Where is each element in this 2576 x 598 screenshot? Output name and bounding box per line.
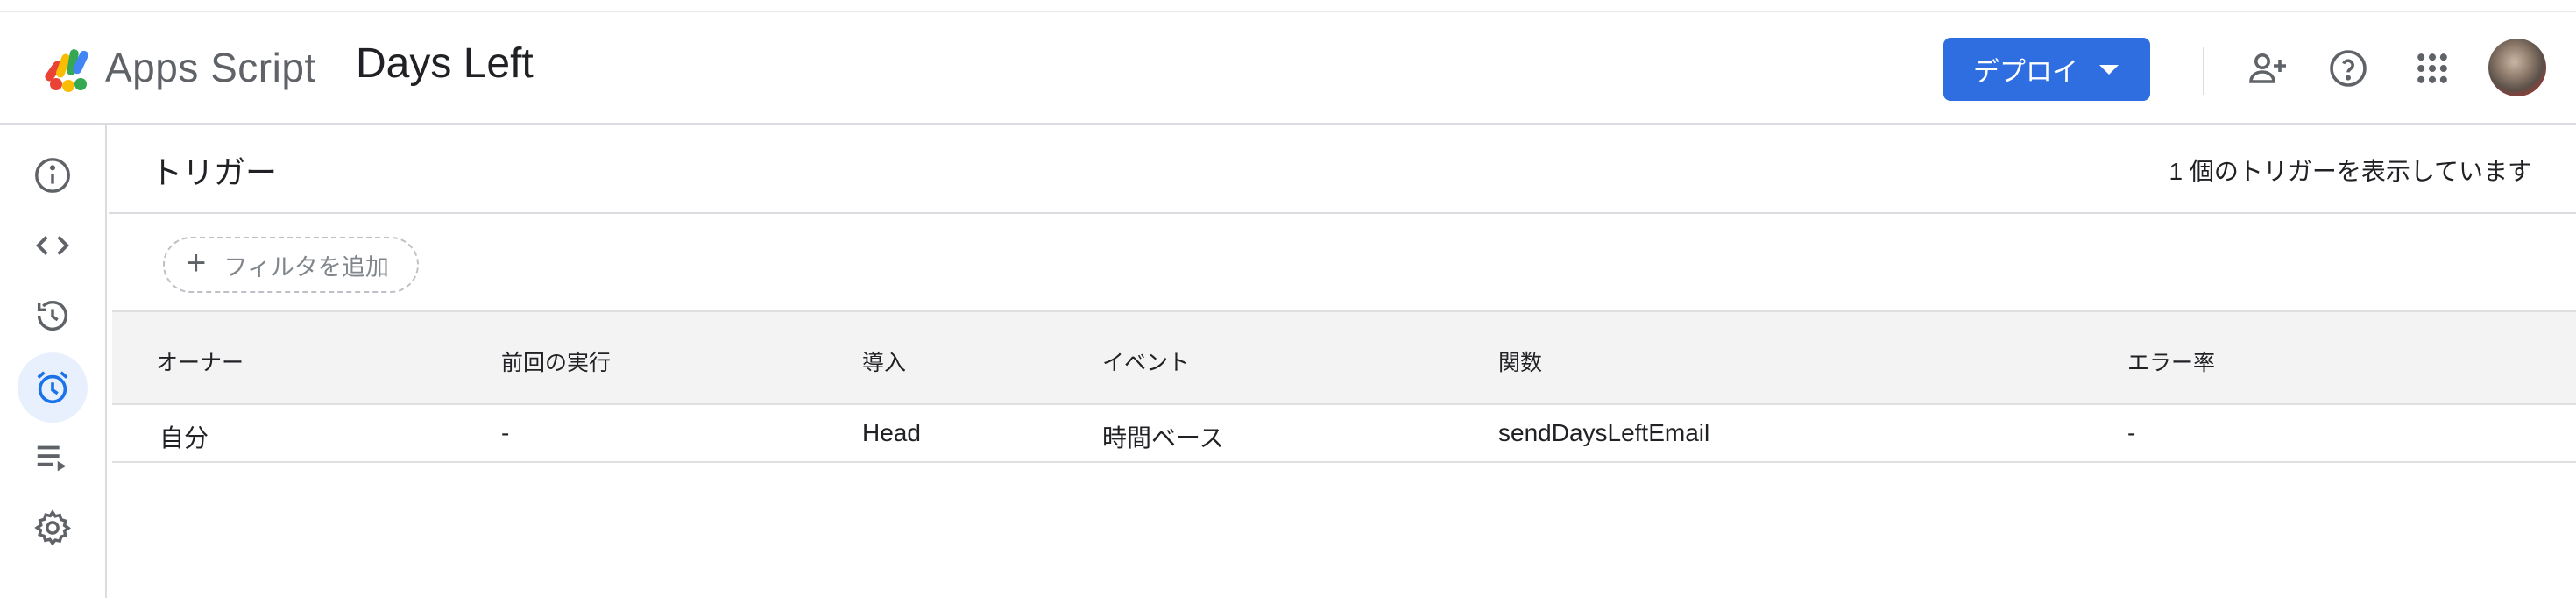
code-icon — [35, 236, 70, 255]
info-icon — [35, 158, 70, 193]
page-header: トリガー 1 個のトリガーを表示しています — [109, 125, 2576, 214]
column-header-last-run[interactable]: 前回の実行 — [501, 345, 611, 377]
deploy-button-label: デプロイ — [1973, 58, 2078, 87]
app-header: Apps Script Days Left デプロイ — [0, 14, 2576, 125]
cell-event: 時間ベース — [1102, 424, 1224, 452]
cell-function: sendDaysLeftEmail — [1498, 419, 1710, 446]
avatar[interactable] — [2488, 39, 2546, 96]
history-icon — [37, 301, 68, 331]
help-icon[interactable] — [2322, 42, 2374, 95]
cell-error-rate: - — [2127, 419, 2136, 446]
column-header-error-rate[interactable]: エラー率 — [2127, 345, 2215, 377]
triggers-panel: トリガー 1 個のトリガーを表示しています + フィルタを追加 オーナー 前回の… — [109, 125, 2576, 598]
apps-grid-icon[interactable] — [2406, 42, 2459, 95]
cell-deployment: Head — [862, 419, 921, 446]
cell-last-run: - — [501, 419, 510, 446]
playlist-icon — [37, 445, 67, 472]
sidebar-item-triggers[interactable] — [18, 352, 88, 423]
sidebar — [0, 125, 107, 598]
brand-name[interactable]: Apps Script — [105, 44, 316, 92]
sidebar-item-executions[interactable] — [18, 281, 88, 351]
column-header-function[interactable]: 関数 — [1498, 345, 1542, 377]
table-row[interactable]: 自分 - Head 時間ベース sendDaysLeftEmail - — [112, 405, 2576, 463]
add-filter-button[interactable]: + フィルタを追加 — [163, 237, 419, 293]
filter-bar: + フィルタを追加 — [109, 216, 2576, 314]
sidebar-item-overview[interactable] — [18, 140, 88, 210]
sidebar-item-editor[interactable] — [18, 210, 88, 281]
add-person-icon[interactable] — [2241, 42, 2294, 95]
column-header-deployment[interactable]: 導入 — [862, 345, 906, 377]
add-filter-label: フィルタを追加 — [223, 253, 389, 281]
alarm-clock-icon — [37, 371, 68, 404]
caret-down-icon — [2099, 65, 2119, 75]
column-header-owner[interactable]: オーナー — [156, 345, 244, 377]
plus-icon: + — [186, 244, 207, 282]
browser-top-strip — [0, 0, 2576, 12]
trigger-count-text: 1 個のトリガーを表示しています — [2169, 158, 2532, 185]
deploy-button[interactable]: デプロイ — [1943, 38, 2150, 101]
sidebar-item-executions-list[interactable] — [18, 423, 88, 493]
cell-owner: 自分 — [159, 424, 209, 452]
header-divider — [2203, 47, 2204, 95]
column-header-event[interactable]: イベント — [1102, 345, 1190, 377]
table-header: オーナー 前回の実行 導入 イベント 関数 エラー率 — [112, 310, 2576, 405]
project-title[interactable]: Days Left — [356, 39, 534, 89]
sidebar-item-settings[interactable] — [18, 493, 88, 563]
gear-icon — [34, 509, 72, 546]
page-title: トリガー — [151, 154, 278, 190]
apps-script-logo-icon[interactable] — [39, 40, 96, 98]
